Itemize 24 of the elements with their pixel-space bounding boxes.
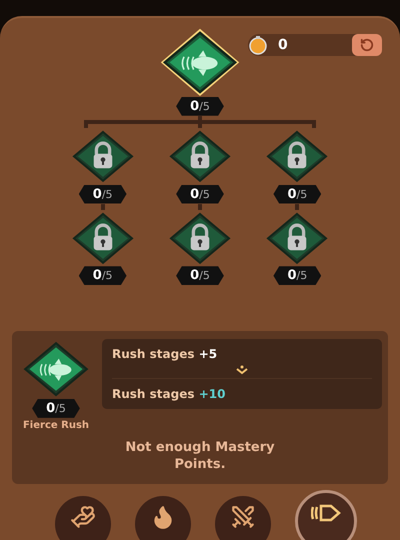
level-counter: 0/5 <box>176 266 224 286</box>
status-message: Not enough Mastery Points. <box>124 438 276 474</box>
effect-text: Rush stages +10 <box>112 386 226 401</box>
effect-text: Rush stages +5 <box>112 346 218 361</box>
level-counter: 0/5 <box>78 266 127 286</box>
hands-icon <box>70 504 96 530</box>
level-counter: 0/5 <box>273 266 322 286</box>
potion-icon <box>248 35 268 55</box>
level-counter: 0/5 <box>273 184 322 204</box>
chevron-down-icon <box>236 364 248 375</box>
rush-skill-icon[interactable] <box>160 28 240 97</box>
swords-icon <box>230 504 256 530</box>
category-tab[interactable] <box>215 496 271 540</box>
points-value: 0 <box>278 37 289 53</box>
reset-button[interactable] <box>352 34 382 56</box>
category-tab[interactable] <box>135 496 191 540</box>
skill-name: Fierce Rush <box>22 420 90 431</box>
level-counter: 0/5 <box>32 398 80 418</box>
category-tab[interactable] <box>55 496 111 540</box>
reset-icon <box>360 38 374 52</box>
level-counter: 0/5 <box>176 184 224 204</box>
category-tab[interactable] <box>295 490 357 540</box>
level-counter: 0/5 <box>176 96 224 116</box>
level-counter: 0/5 <box>78 184 127 204</box>
